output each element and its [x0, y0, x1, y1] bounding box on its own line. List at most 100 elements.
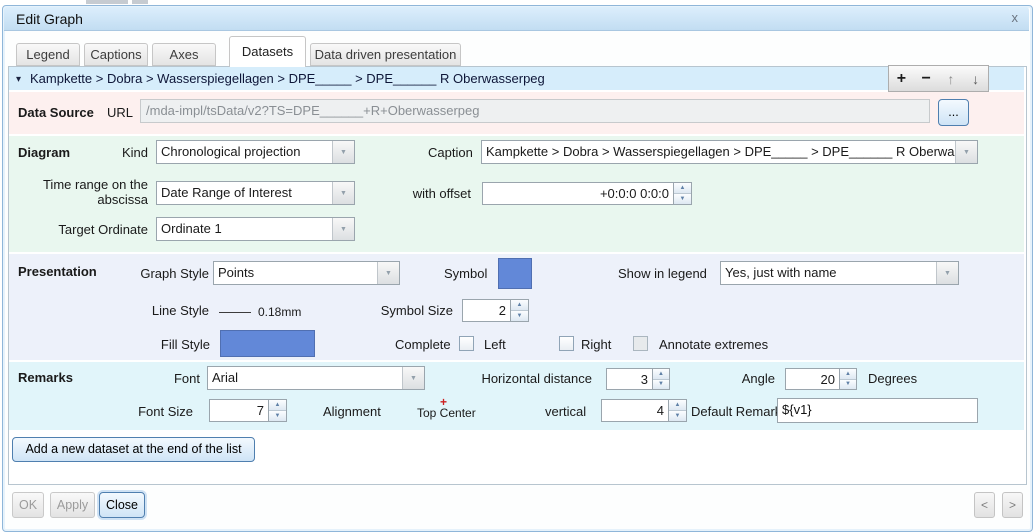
previous-page-button[interactable]: < — [974, 492, 995, 518]
tab-legend[interactable]: Legend — [16, 43, 80, 66]
annotate-extremes-label: Annotate extremes — [659, 337, 769, 352]
graph-style-select[interactable]: Points ▼ — [213, 261, 400, 285]
caption-value: Kampkette > Dobra > Wasserspiegellagen >… — [486, 144, 955, 159]
time-range-label: Time range on the abscissa — [42, 177, 148, 207]
left-checkbox[interactable] — [559, 336, 574, 351]
tab-datasets[interactable]: Datasets — [229, 36, 306, 67]
vertical-spinner[interactable]: 4 ▲ ▼ — [601, 399, 687, 422]
right-label: Right — [581, 337, 612, 352]
caption-label: Caption — [428, 145, 473, 160]
chevron-down-icon[interactable]: ▼ — [936, 262, 958, 284]
spinner-down-icon[interactable]: ▼ — [653, 378, 669, 389]
angle-spinner[interactable]: 20 ▲ ▼ — [785, 368, 857, 390]
graph-style-label: Graph Style — [140, 266, 209, 281]
symbol-label: Symbol — [444, 266, 488, 281]
url-input[interactable]: /mda-impl/tsData/v2?TS=DPE______+R+Oberw… — [140, 99, 930, 123]
background-fragment — [132, 0, 148, 4]
tab-data-driven-presentation[interactable]: Data driven presentation — [310, 43, 461, 66]
dataset-header[interactable]: ▾ Kampkette > Dobra > Wasserspiegellagen… — [9, 67, 1024, 90]
breadcrumb: Kampkette > Dobra > Wasserspiegellagen >… — [30, 71, 545, 86]
kind-select[interactable]: Chronological projection ▼ — [156, 140, 355, 164]
dialog-titlebar[interactable]: Edit Graph x — [4, 7, 1029, 31]
complete-checkbox[interactable] — [459, 336, 474, 351]
next-page-button[interactable]: > — [1002, 492, 1023, 518]
chevron-down-icon[interactable]: ▼ — [402, 367, 424, 389]
chevron-down-icon[interactable]: ▼ — [332, 218, 354, 240]
vertical-label: vertical — [545, 404, 587, 419]
offset-label: with offset — [412, 186, 471, 201]
font-label: Font — [173, 371, 200, 386]
add-dataset-button[interactable]: Add a new dataset at the end of the list — [12, 437, 255, 462]
angle-label: Angle — [741, 371, 775, 386]
show-in-legend-value: Yes, just with name — [725, 265, 837, 280]
chevron-down-icon[interactable]: ▼ — [332, 182, 354, 204]
spinner-down-icon[interactable]: ▼ — [511, 310, 528, 321]
section-title-remarks: Remarks — [18, 370, 73, 385]
caption-select[interactable]: Kampkette > Dobra > Wasserspiegellagen >… — [481, 140, 978, 164]
tab-captions[interactable]: Captions — [84, 43, 148, 66]
url-browse-button[interactable]: ... — [938, 99, 969, 126]
chevron-down-icon[interactable]: ▼ — [332, 141, 354, 163]
symbol-size-spinner[interactable]: 2 ▲ ▼ — [462, 299, 529, 322]
target-ordinate-select[interactable]: Ordinate 1 ▼ — [156, 217, 355, 241]
spinner-up-icon[interactable]: ▲ — [653, 369, 669, 379]
line-style-label: Line Style — [151, 303, 209, 318]
symbol-size-label: Symbol Size — [380, 303, 453, 318]
chevron-down-icon[interactable]: ▼ — [955, 141, 977, 163]
spinner-down-icon[interactable]: ▼ — [669, 410, 686, 421]
show-in-legend-select[interactable]: Yes, just with name ▼ — [720, 261, 959, 285]
time-range-select[interactable]: Date Range of Interest ▼ — [156, 181, 355, 205]
remove-dataset-icon[interactable]: − — [914, 70, 938, 88]
spinner-up-icon[interactable]: ▲ — [669, 400, 686, 410]
line-style-sample[interactable] — [219, 312, 251, 313]
move-down-icon[interactable]: ↓ — [964, 71, 988, 87]
add-dataset-icon[interactable]: + — [889, 70, 913, 88]
alignment-label: Alignment — [323, 404, 381, 419]
spinner-up-icon[interactable]: ▲ — [674, 183, 691, 193]
font-size-value[interactable]: 7 — [209, 399, 269, 422]
symbol-size-value[interactable]: 2 — [462, 299, 511, 322]
degrees-label: Degrees — [868, 371, 918, 386]
horizontal-distance-label: Horizontal distance — [481, 371, 592, 386]
font-size-spinner[interactable]: 7 ▲ ▼ — [209, 399, 287, 422]
font-size-label: Font Size — [138, 404, 193, 419]
spinner-down-icon[interactable]: ▼ — [269, 410, 286, 421]
annotate-extremes-checkbox[interactable] — [633, 336, 648, 351]
symbol-color-swatch[interactable] — [498, 258, 532, 289]
page: Edit Graph x Legend Captions Axes Datase… — [0, 0, 1033, 532]
vertical-value[interactable]: 4 — [601, 399, 669, 422]
chevron-down-icon[interactable]: ▼ — [377, 262, 399, 284]
spinner-down-icon[interactable]: ▼ — [674, 193, 691, 204]
section-title-presentation: Presentation — [18, 264, 97, 279]
ok-button[interactable]: OK — [12, 492, 44, 518]
graph-style-value: Points — [218, 265, 255, 280]
move-up-icon[interactable]: ↑ — [939, 71, 963, 87]
spinner-up-icon[interactable]: ▲ — [511, 300, 528, 310]
offset-spinner[interactable]: +0:0:0 0:0:0 ▲ ▼ — [482, 182, 692, 205]
tab-axes[interactable]: Axes — [152, 43, 216, 66]
alignment-marker-icon: + — [440, 395, 448, 409]
spinner-up-icon[interactable]: ▲ — [269, 400, 286, 410]
fill-style-swatch[interactable] — [220, 330, 315, 357]
close-icon[interactable]: x — [1012, 10, 1019, 25]
spinner-down-icon[interactable]: ▼ — [840, 378, 856, 389]
angle-value[interactable]: 20 — [785, 368, 840, 390]
dialog-title: Edit Graph — [16, 11, 83, 27]
horizontal-distance-spinner[interactable]: 3 ▲ ▼ — [606, 368, 670, 390]
font-value: Arial — [212, 370, 239, 385]
chevron-down-icon[interactable]: ▾ — [16, 72, 21, 87]
font-select[interactable]: Arial ▼ — [207, 366, 425, 390]
line-style-value: 0.18mm — [258, 305, 302, 319]
spinner-up-icon[interactable]: ▲ — [840, 369, 856, 379]
default-remark-input[interactable]: ${v1} — [777, 398, 978, 423]
offset-value[interactable]: +0:0:0 0:0:0 — [482, 182, 674, 205]
left-label: Left — [484, 337, 506, 352]
time-range-value: Date Range of Interest — [161, 185, 292, 200]
close-button[interactable]: Close — [99, 492, 145, 518]
section-title-data-source: Data Source — [18, 105, 94, 120]
show-in-legend-label: Show in legend — [618, 266, 707, 281]
horizontal-distance-value[interactable]: 3 — [606, 368, 653, 390]
section-title-diagram: Diagram — [18, 145, 71, 160]
apply-button[interactable]: Apply — [50, 492, 95, 518]
background-fragment — [86, 0, 128, 4]
